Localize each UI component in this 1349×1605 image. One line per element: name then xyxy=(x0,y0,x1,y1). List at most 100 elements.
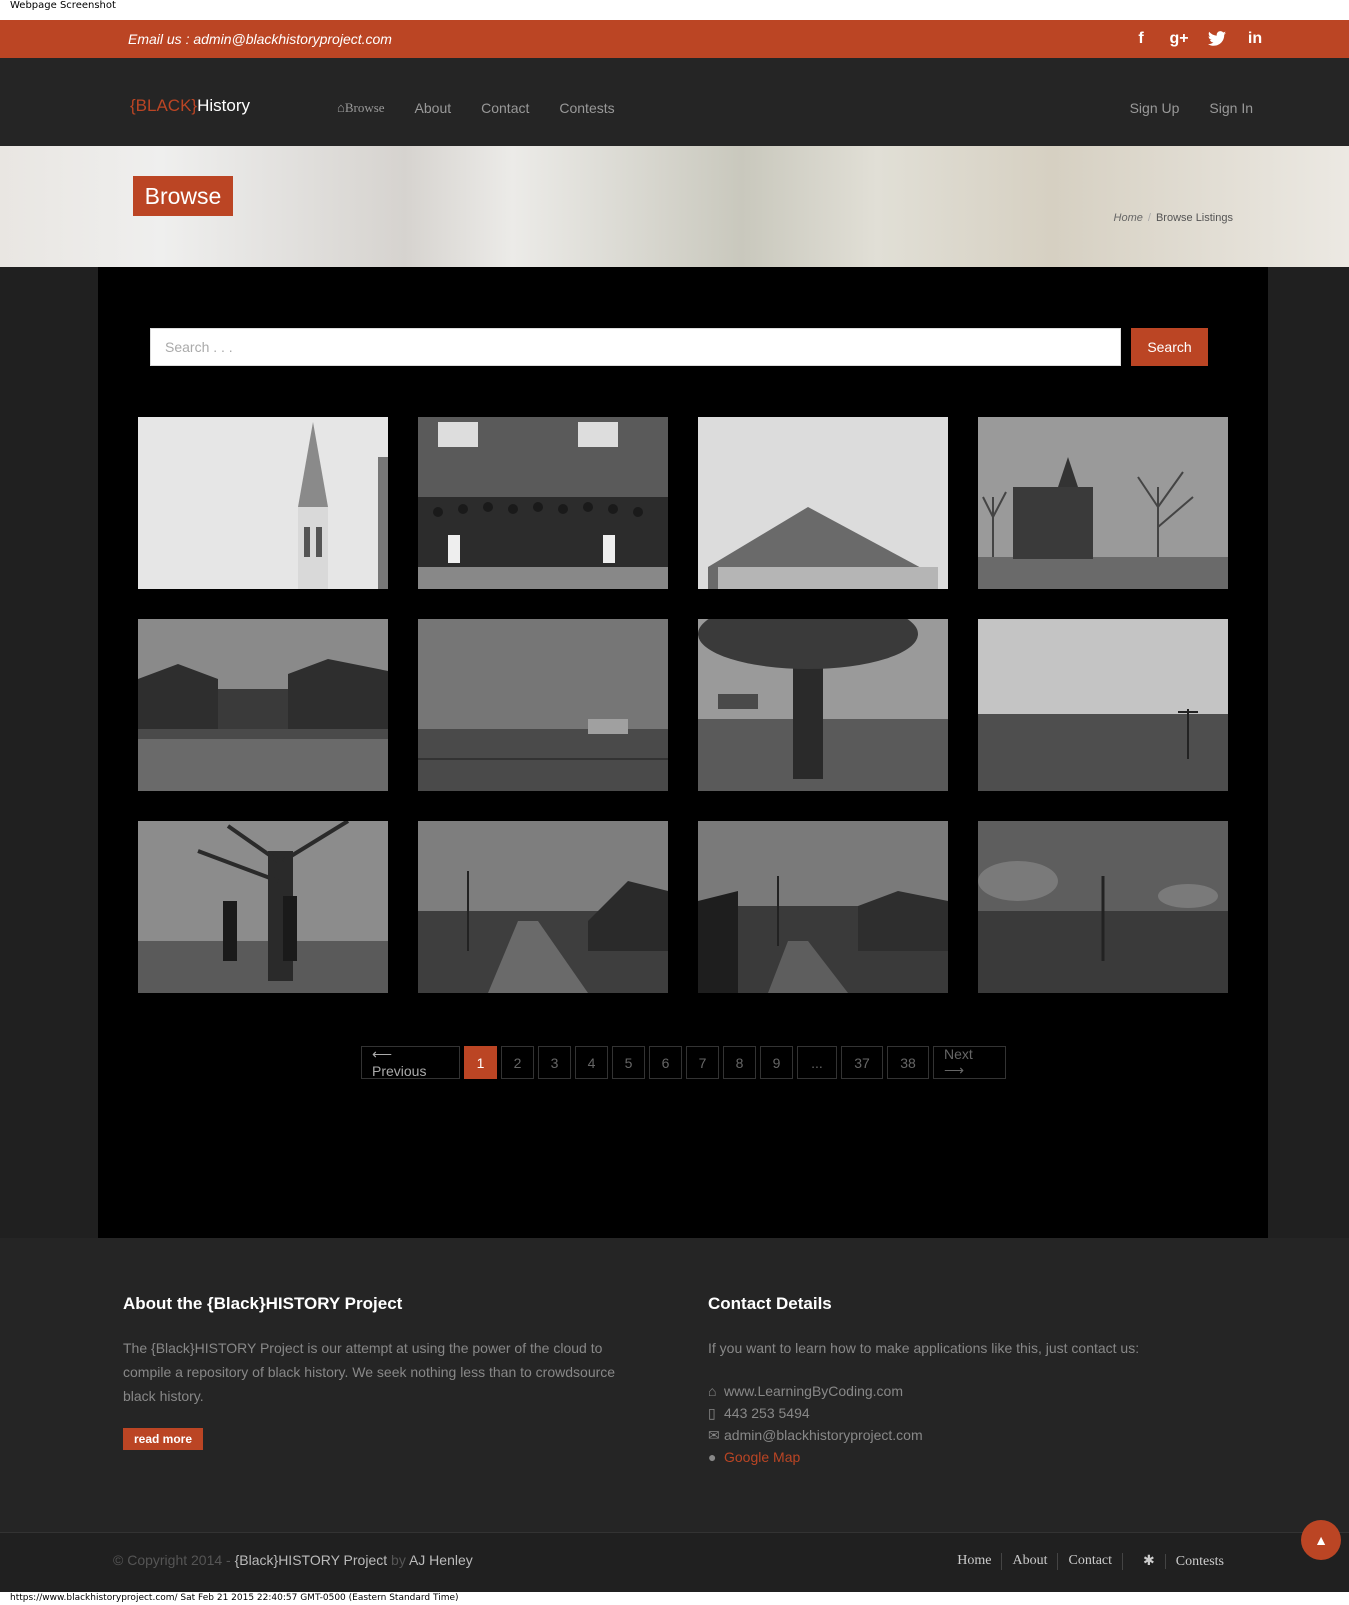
status-line: https://www.blackhistoryproject.com/ Sat… xyxy=(10,1593,459,1603)
photo-men-by-tree xyxy=(138,821,388,993)
photo-thumbnail[interactable] xyxy=(978,619,1228,791)
pagination-page[interactable]: 7 xyxy=(686,1046,719,1079)
main-navbar: {BLACK}History ⌂Browse About Contact Con… xyxy=(0,58,1349,146)
contact-website-text[interactable]: www.LearningByCoding.com xyxy=(724,1383,903,1399)
pagination-page[interactable]: 5 xyxy=(612,1046,645,1079)
linkedin-icon[interactable]: in xyxy=(1245,29,1265,49)
photo-thumbnail[interactable] xyxy=(138,821,388,993)
signup-link[interactable]: Sign Up xyxy=(1130,100,1180,116)
page-title: Browse xyxy=(133,176,233,216)
photo-thumbnail[interactable] xyxy=(138,417,388,589)
facebook-icon[interactable]: f xyxy=(1131,29,1151,49)
pagination-page[interactable]: 38 xyxy=(887,1046,929,1079)
copyright-by: by xyxy=(391,1552,406,1568)
pagination-page[interactable]: 8 xyxy=(723,1046,756,1079)
footer-contact: Contact Details If you want to learn how… xyxy=(708,1294,1228,1468)
phone-icon: ▯ xyxy=(708,1405,716,1421)
google-plus-icon[interactable]: g+ xyxy=(1169,29,1189,49)
copyright: © Copyright 2014 - {Black}HISTORY Projec… xyxy=(113,1552,473,1568)
top-email-link[interactable]: Email us : admin@blackhistoryproject.com xyxy=(128,31,392,47)
pagination-ellipsis: ... xyxy=(797,1046,837,1079)
photo-thumbnail[interactable] xyxy=(978,821,1228,993)
footer-about-text: The {Black}HISTORY Project is our attemp… xyxy=(123,1340,616,1404)
pagination-page[interactable]: 4 xyxy=(575,1046,608,1079)
contact-email: ✉ admin@blackhistoryproject.com xyxy=(708,1424,1228,1446)
bottom-bar: © Copyright 2014 - {Black}HISTORY Projec… xyxy=(0,1532,1349,1592)
photo-group-portrait xyxy=(418,417,668,589)
photo-thumbnail[interactable] xyxy=(698,417,948,589)
footer-contact-intro: If you want to learn how to make applica… xyxy=(708,1340,1140,1356)
footer-nav: Home About Contact ✱ Contests xyxy=(947,1553,1244,1570)
photo-thumbnail[interactable] xyxy=(698,821,948,993)
breadcrumb-home[interactable]: Home xyxy=(1114,212,1143,224)
search-button[interactable]: Search xyxy=(1131,328,1208,366)
google-map-link[interactable]: Google Map xyxy=(724,1449,800,1465)
copyright-project-link[interactable]: {Black}HISTORY Project xyxy=(235,1552,388,1568)
primary-nav: ⌂Browse About Contact Contests xyxy=(337,100,615,116)
pagination-page[interactable]: 3 xyxy=(538,1046,571,1079)
copyright-author-link[interactable]: AJ Henley xyxy=(409,1552,473,1568)
footer-nav-contact[interactable]: Contact xyxy=(1057,1553,1122,1570)
site-footer: About the {Black}HISTORY Project The {Bl… xyxy=(0,1238,1349,1532)
pagination-page[interactable]: 1 xyxy=(464,1046,497,1079)
window-caption: Webpage Screenshot xyxy=(10,0,116,11)
breadcrumb: Home / Browse Listings xyxy=(1114,212,1233,224)
chevron-up-icon: ▲ xyxy=(1314,1532,1328,1548)
contact-phone: ▯ 443 253 5494 xyxy=(708,1402,1228,1424)
photo-large-tree xyxy=(698,619,948,791)
photo-thumbnail[interactable] xyxy=(418,619,668,791)
account-nav: Sign Up Sign In xyxy=(1130,100,1253,116)
home-icon: ⌂ xyxy=(337,100,345,115)
pagination-page[interactable]: 2 xyxy=(501,1046,534,1079)
logo-suffix: History xyxy=(197,96,251,115)
top-contact-bar: Email us : admin@blackhistoryproject.com… xyxy=(0,20,1349,58)
photo-village-houses xyxy=(138,619,388,791)
nav-contests[interactable]: Contests xyxy=(559,100,614,116)
photo-landscape-hill xyxy=(978,619,1228,791)
photo-street-view xyxy=(698,821,948,993)
read-more-button[interactable]: read more xyxy=(123,1428,204,1450)
footer-about-title: About the {Black}HISTORY Project xyxy=(123,1294,403,1313)
site-logo[interactable]: {BLACK}History xyxy=(130,96,250,116)
search-input[interactable]: Search . . . xyxy=(150,328,1121,366)
photo-thumbnail[interactable] xyxy=(138,619,388,791)
footer-contact-title: Contact Details xyxy=(708,1294,832,1313)
photo-tower-building xyxy=(978,417,1228,589)
envelope-icon: ✉ xyxy=(708,1427,720,1443)
footer-nav-contests[interactable]: ✱ Contests xyxy=(1122,1553,1244,1570)
footer-about: About the {Black}HISTORY Project The {Bl… xyxy=(123,1294,643,1450)
photo-thumbnail[interactable] xyxy=(978,417,1228,589)
footer-nav-home[interactable]: Home xyxy=(947,1553,1001,1570)
twitter-icon[interactable] xyxy=(1207,29,1227,49)
contact-website: ⌂ www.LearningByCoding.com xyxy=(708,1380,1228,1402)
pagination-next[interactable]: Next ⟶ xyxy=(933,1046,1006,1079)
nav-about[interactable]: About xyxy=(415,100,452,116)
signin-link[interactable]: Sign In xyxy=(1209,100,1253,116)
scroll-to-top-button[interactable]: ▲ xyxy=(1301,1520,1341,1560)
photo-dirt-road-town xyxy=(418,821,668,993)
map-marker-icon: ● xyxy=(708,1449,717,1465)
breadcrumb-separator: / xyxy=(1147,212,1151,224)
photo-open-field xyxy=(418,619,668,791)
photo-thumbnail[interactable] xyxy=(698,619,948,791)
pagination: ⟵ Previous 1 2 3 4 5 6 7 8 9 ... 37 38 N… xyxy=(361,1046,1006,1079)
footer-nav-contests-label: Contests xyxy=(1164,1554,1234,1569)
nav-browse[interactable]: ⌂Browse xyxy=(337,100,385,116)
photo-thumbnail[interactable] xyxy=(418,417,668,589)
contact-phone-text: 443 253 5494 xyxy=(724,1405,810,1421)
footer-nav-about[interactable]: About xyxy=(1001,1553,1057,1570)
pagination-previous[interactable]: ⟵ Previous xyxy=(361,1046,460,1079)
photo-hip-roof-building xyxy=(698,417,948,589)
nav-contact[interactable]: Contact xyxy=(481,100,529,116)
pagination-page[interactable]: 9 xyxy=(760,1046,793,1079)
contact-map: ● Google Map xyxy=(708,1446,1228,1468)
nav-browse-label: Browse xyxy=(344,100,385,115)
pagination-page[interactable]: 6 xyxy=(649,1046,682,1079)
photo-thumbnail[interactable] xyxy=(418,821,668,993)
breadcrumb-current: Browse Listings xyxy=(1155,212,1233,224)
pagination-page[interactable]: 37 xyxy=(841,1046,883,1079)
page-banner: Browse Home / Browse Listings xyxy=(0,146,1349,267)
asterisk-icon: ✱ xyxy=(1143,1554,1155,1569)
contact-email-text[interactable]: admin@blackhistoryproject.com xyxy=(724,1427,923,1443)
social-links: f g+ in xyxy=(1131,29,1265,49)
